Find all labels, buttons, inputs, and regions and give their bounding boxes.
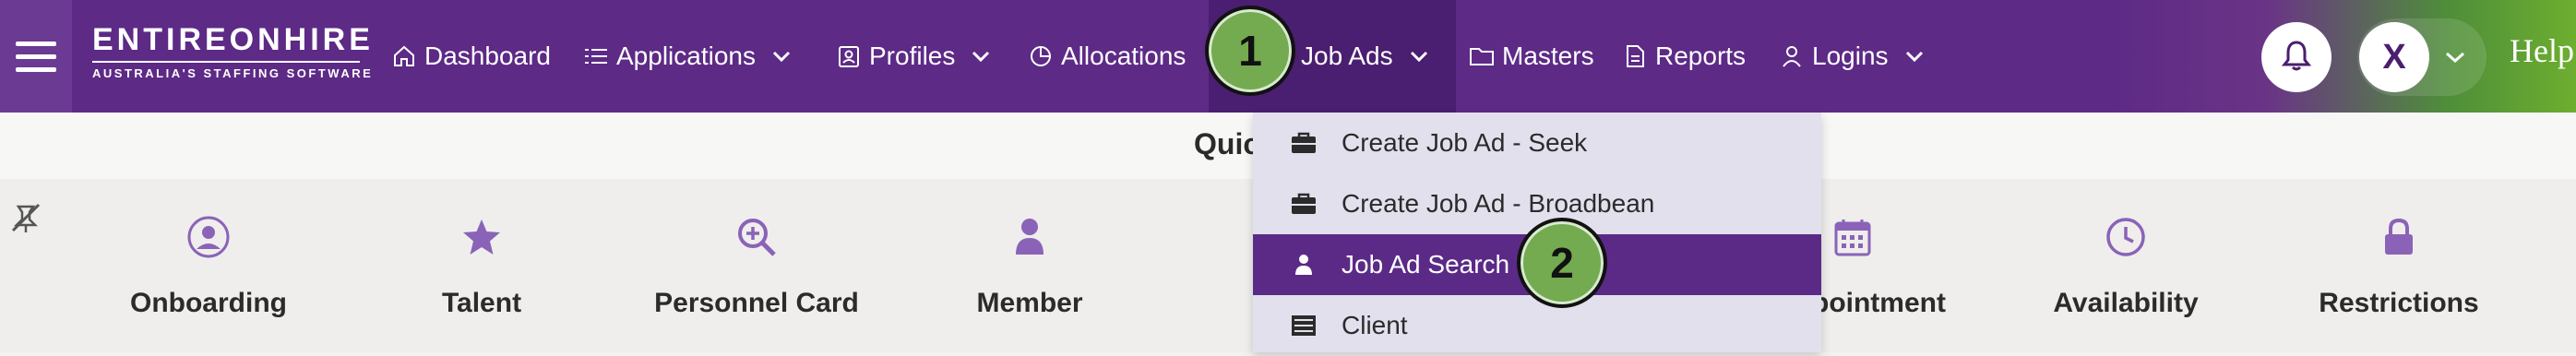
hamburger-icon-line — [16, 41, 56, 46]
clock-icon — [2015, 214, 2236, 260]
user-circle-icon — [98, 214, 319, 260]
menu-toggle-button[interactable] — [0, 0, 72, 113]
id-card-icon — [836, 43, 862, 69]
menu-item-client[interactable]: Client — [1253, 295, 1821, 356]
menu-item-label: Job Ad Search — [1342, 250, 1510, 279]
nav-allocations[interactable]: Allocations — [1028, 0, 1186, 113]
briefcase-icon — [1290, 129, 1318, 157]
briefcase-icon — [1290, 190, 1318, 218]
quick-link-availability[interactable]: Availability — [2015, 214, 2236, 319]
nav-reports-label: Reports — [1655, 42, 1747, 70]
document-icon — [1622, 43, 1648, 69]
quick-link-label: Restrictions — [2319, 288, 2479, 318]
nav-profiles[interactable]: Profiles — [836, 0, 992, 113]
help-link[interactable]: Help — [2510, 31, 2574, 70]
quick-link-restrictions[interactable]: Restrictions — [2288, 214, 2510, 319]
menu-item-label: Create Job Ad - Broadbean — [1342, 189, 1655, 218]
nav-masters[interactable]: Masters — [1469, 0, 1594, 113]
lock-icon — [2288, 214, 2510, 260]
nav-applications-label: Applications — [616, 42, 756, 70]
unpin-icon[interactable] — [9, 201, 42, 234]
nav-logins[interactable]: Logins — [1779, 0, 1926, 113]
chevron-down-icon[interactable] — [2442, 44, 2468, 70]
person-icon — [1290, 251, 1318, 279]
chevron-down-icon — [770, 45, 793, 67]
chevron-down-icon — [1408, 45, 1430, 67]
quick-link-onboarding[interactable]: Onboarding — [98, 214, 319, 319]
logo-divider — [92, 61, 360, 63]
brand-name: ENTIREONHIRE — [92, 22, 374, 57]
pie-chart-icon — [1028, 43, 1054, 69]
menu-item-label: Client — [1342, 311, 1408, 339]
quick-link-personnel-card[interactable]: Personnel Card — [646, 214, 867, 319]
menu-item-label: Create Job Ad - Seek — [1342, 128, 1588, 157]
building-icon — [1290, 312, 1318, 339]
list-icon — [583, 43, 609, 69]
step-marker-1: 1 — [1205, 6, 1295, 96]
chevron-down-icon — [1903, 45, 1926, 67]
quick-links-title: Quic — [1194, 127, 1260, 160]
chevron-down-icon — [970, 45, 992, 67]
user-icon — [1779, 43, 1805, 69]
quick-link-appointment[interactable]: pointment — [1812, 214, 1997, 319]
bell-icon — [2281, 39, 2312, 77]
search-plus-icon — [646, 214, 867, 260]
folder-icon — [1469, 43, 1495, 69]
brand-tagline: AUSTRALIA'S STAFFING SOFTWARE — [92, 66, 374, 80]
avatar[interactable]: X — [2359, 22, 2429, 92]
nav-allocations-label: Allocations — [1061, 42, 1187, 70]
quick-link-talent[interactable]: Talent — [371, 214, 592, 319]
menu-item-create-job-ad-seek[interactable]: Create Job Ad - Seek — [1253, 113, 1821, 173]
quick-link-label: Member — [976, 288, 1083, 318]
quick-link-label: pointment — [1812, 288, 1946, 318]
step-marker-2: 2 — [1517, 218, 1607, 308]
calendar-icon — [1834, 214, 1997, 260]
nav-dashboard[interactable]: Dashboard — [391, 0, 551, 113]
nav-masters-label: Masters — [1502, 42, 1594, 70]
nav-applications[interactable]: Applications — [583, 0, 793, 113]
hamburger-icon-line — [16, 53, 56, 59]
quick-link-member[interactable]: Member — [919, 214, 1140, 319]
nav-profiles-label: Profiles — [869, 42, 956, 70]
brand-logo[interactable]: ENTIREONHIRE AUSTRALIA'S STAFFING SOFTWA… — [92, 22, 374, 80]
quick-link-label: Onboarding — [130, 288, 287, 318]
nav-dashboard-label: Dashboard — [424, 42, 551, 70]
nav-reports[interactable]: Reports — [1622, 0, 1746, 113]
quick-link-label: Talent — [441, 288, 522, 318]
quick-link-label: Personnel Card — [654, 288, 859, 318]
nav-job-ads-label: Job Ads — [1301, 42, 1393, 70]
home-icon — [391, 43, 417, 69]
hamburger-icon-line — [16, 66, 56, 72]
quick-link-label: Availability — [2053, 288, 2199, 318]
nav-logins-label: Logins — [1812, 42, 1889, 70]
notifications-button[interactable] — [2261, 22, 2332, 92]
person-icon — [919, 214, 1140, 260]
star-icon — [371, 214, 592, 260]
